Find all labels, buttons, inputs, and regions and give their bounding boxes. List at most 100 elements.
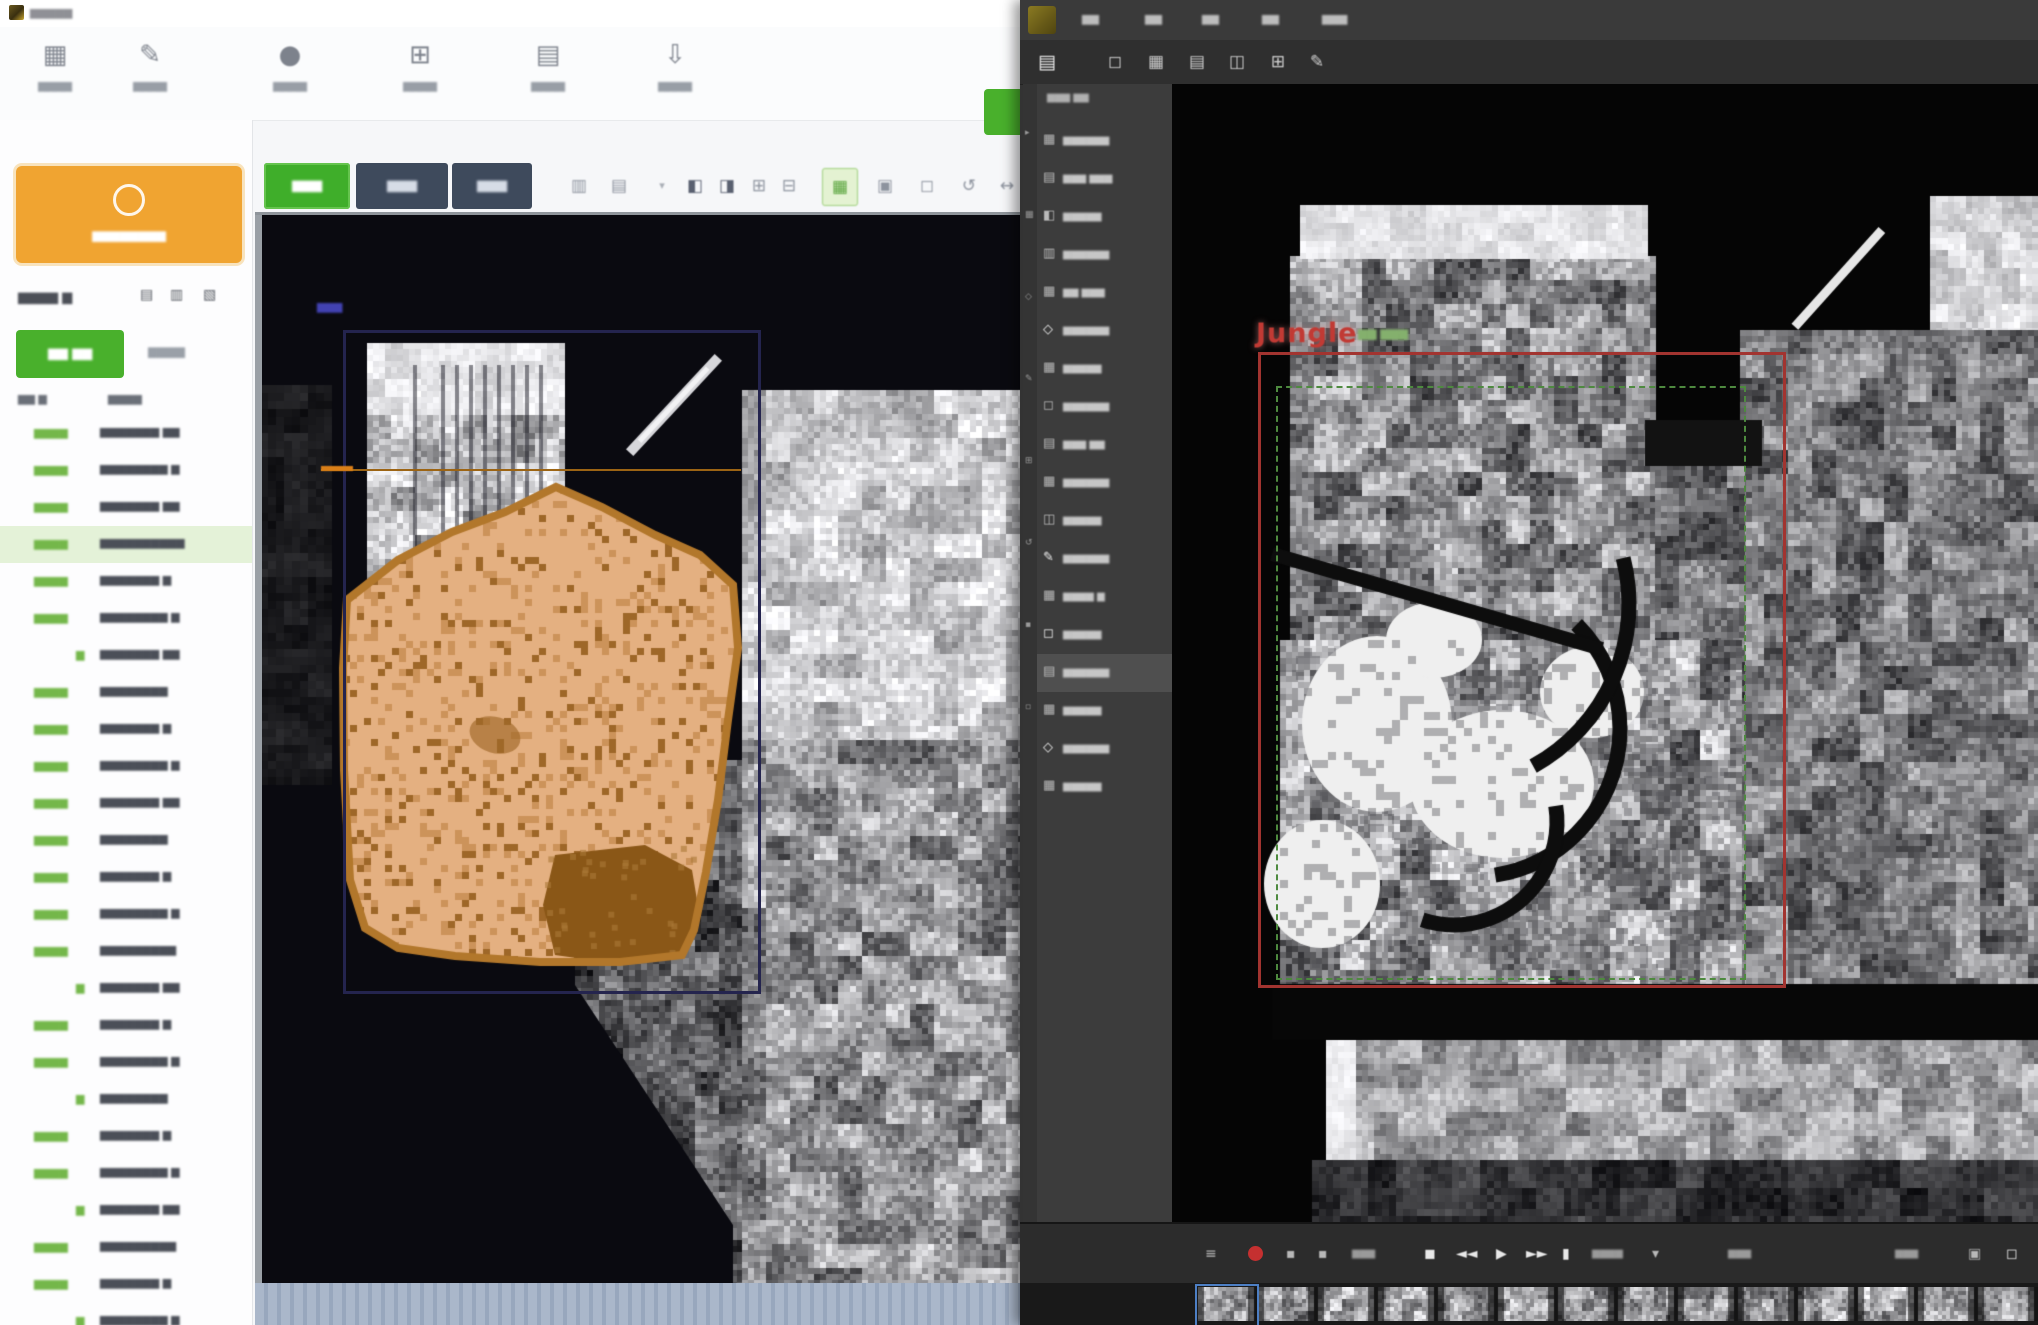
edit-icon[interactable]: ✎ [1302,48,1332,76]
grid-view-icon[interactable]: ▤ [140,287,153,303]
bounding-box-green-dashed[interactable] [1276,386,1746,980]
layout-icon[interactable]: ▥ [562,168,596,204]
toolbar-button-1[interactable]: ✎▆▆▆▆ [112,35,188,111]
add-icon[interactable]: ⊞ [1025,456,1033,466]
file-list-item[interactable]: ▆▆▆▆▆▆▆▆ ▆▆ [0,1192,252,1229]
file-list-item[interactable]: ▆▆▆▆▆▆▆▆▆▆▆▆ [0,822,252,859]
object-list-item[interactable]: ◧▆▆▆▆▆ [1037,198,1172,236]
pan-icon[interactable]: ↔ [990,168,1020,204]
fit-view-icon[interactable]: ▣ [868,168,902,204]
file-list-item[interactable]: ▆▆▆▆▆▆▆▆▆▆▆▆ ▆ [0,452,252,489]
object-list-item[interactable]: ▤▆▆▆ ▆▆ [1037,426,1172,464]
contrast-left-icon[interactable]: ◧ [678,168,712,204]
next-frame-icon[interactable]: ►► [1526,1242,1548,1266]
annotation-canvas[interactable]: ▆▆▆ [255,212,1020,1283]
grid-icon[interactable]: ▣ [1968,1242,1981,1266]
file-list-item[interactable]: ▆▆▆▆▆▆▆▆ ▆▆ [0,637,252,674]
mask-toggle-icon[interactable]: ▦ [822,168,858,206]
contrast-right-icon[interactable]: ◨ [710,168,744,204]
file-list-item[interactable]: ▆▆▆▆▆▆▆▆▆▆▆▆ ▆ [0,1044,252,1081]
object-list-item[interactable]: ▦▆▆▆▆▆▆ [1037,122,1172,160]
menu-item-1[interactable]: ▆▆ [1145,12,1162,25]
menu-icon[interactable]: ≡ [1205,1242,1217,1266]
object-list-item[interactable]: ◻▆▆▆▆▆▆ [1037,388,1172,426]
file-list-item[interactable]: ▆▆▆▆▆▆▆▆▆▆▆▆ [0,674,252,711]
undo-icon[interactable]: ↺ [952,168,986,204]
file-list-item[interactable]: ▆▆▆▆▆▆▆▆▆▆▆▆▆ [0,1229,252,1266]
create-button[interactable] [984,89,1020,135]
open-icon[interactable]: ◻ [1100,48,1130,76]
file-list-item[interactable]: ▆▆▆▆▆▆▆▆▆▆▆▆ ▆ [0,896,252,933]
frame-icon[interactable]: ◻ [910,168,944,204]
toolbar-button-3[interactable]: ⊞▆▆▆▆ [382,35,458,111]
undo-icon[interactable]: ↺ [1025,538,1033,548]
marker-icon[interactable]: ▪ [1318,1242,1328,1266]
grid-icon[interactable]: ▤ [602,168,636,204]
filter-all-button[interactable]: ▆▆ ▆▆ [16,330,124,378]
bounding-box-navy[interactable] [343,330,761,994]
toolbar-button-5[interactable]: ⇩▆▆▆▆ [637,35,713,111]
prev-frame-icon[interactable]: ◄◄ [1456,1242,1478,1266]
object-list-item[interactable]: ◇▆▆▆▆▆▆ [1037,730,1172,768]
object-list-item[interactable]: ▦▆▆▆▆▆ [1037,768,1172,806]
batch-manage-link[interactable]: ▆▆▆▆ [148,344,185,358]
menu-item-3[interactable]: ▆▆ [1262,12,1279,25]
play-icon[interactable]: ▶ [1496,1242,1507,1266]
object-list-item[interactable]: ▦▆▆▆▆▆▆ [1037,464,1172,502]
save-icon[interactable]: ▦ [1141,48,1171,76]
video-canvas[interactable]: Jungle ▆▆ ▆▆▆ [1172,84,2038,1222]
list-view-icon[interactable]: ▥ [170,287,183,303]
toolbar-button-0[interactable]: ▦▆▆▆▆ [17,35,93,111]
menu-item-4[interactable]: ▆▆▆ [1322,12,1347,25]
frame-strip[interactable] [255,1283,1020,1325]
object-list-item[interactable]: ◫▆▆▆▆▆ [1037,502,1172,540]
next-image-button[interactable]: ▆▆▆ [452,163,532,209]
object-list-item[interactable]: ◻▆▆▆▆▆ [1037,616,1172,654]
file-list-item[interactable]: ▆▆▆▆▆▆▆▆▆▆▆ ▆▆ [0,489,252,526]
ai-assist-button[interactable]: ▆▆▆▆▆▆▆▆ [16,166,242,263]
record-icon[interactable] [1248,1246,1263,1261]
file-list-item[interactable]: ▆▆▆▆▆▆▆▆ ▆▆ [0,970,252,1007]
object-list-item[interactable]: ◇▆▆▆▆▆▆ [1037,312,1172,350]
object-list-item[interactable]: ▦▆▆ ▆▆▆ [1037,274,1172,312]
edit-icon[interactable]: ✎ [1025,374,1033,384]
dropdown-icon[interactable]: ▾ [645,168,679,204]
measurement-line[interactable] [321,469,741,471]
new-file-icon[interactable]: ▤ [1032,48,1062,76]
prev-image-button[interactable]: ▆▆▆ [356,163,448,209]
filter-icon[interactable]: ▧ [203,287,216,303]
file-list-item[interactable]: ▆▆▆▆▆▆▆▆▆▆▆ ▆▆ [0,415,252,452]
file-list-item[interactable]: ▆▆▆▆▆▆▆▆▆▆▆ ▆ [0,563,252,600]
object-list-item[interactable]: ▥▆▆▆▆▆▆ [1037,236,1172,274]
add-box-icon[interactable]: ⊞ [1263,48,1293,76]
object-list-item[interactable]: ✎▆▆▆▆▆▆ [1037,540,1172,578]
fullscreen-icon[interactable]: ◻ [2006,1242,2018,1266]
layers-icon[interactable]: ▦ [1025,210,1034,220]
expand-icon[interactable]: ▸ [1025,128,1030,138]
filmstrip-thumbnails[interactable] [1198,1287,2038,1321]
file-list-item[interactable]: ▆▆▆▆▆▆▆▆▆▆▆▆ ▆ [0,748,252,785]
toolbar-button-2[interactable]: ●▆▆▆▆ [252,35,328,111]
menu-item-0[interactable]: ▆▆ [1082,12,1099,25]
range-label[interactable]: ▆▆▆ [1728,1242,1751,1266]
file-list-item[interactable]: ▆▆▆▆▆▆▆▆▆▆▆ ▆ [0,711,252,748]
file-list-item[interactable]: ▆▆▆▆▆▆▆▆▆ [0,1081,252,1118]
file-list-item[interactable]: ▆▆▆▆▆▆▆▆▆▆▆ ▆ [0,1266,252,1303]
file-list-item[interactable]: ▆▆▆▆▆▆▆▆▆▆▆ ▆ [0,1007,252,1044]
file-list-item[interactable]: ▆▆▆▆▆▆▆▆▆▆▆▆ ▆ [0,600,252,637]
object-list-item[interactable]: ▦▆▆▆▆▆ [1037,350,1172,388]
selected-thumbnail[interactable] [1195,1284,1259,1325]
marker-icon[interactable]: ▪ [1286,1242,1296,1266]
dot-icon[interactable]: ▫ [1025,702,1031,712]
copy-icon[interactable]: ▤ [1182,48,1212,76]
split-view-icon[interactable]: ◫ [1222,48,1252,76]
file-list-item[interactable]: ▆▆▆▆▆▆▆▆▆▆▆ ▆ [0,859,252,896]
shape-icon[interactable]: ◇ [1025,292,1032,302]
object-list-item[interactable]: ▦▆▆▆▆▆ [1037,692,1172,730]
menu-item-2[interactable]: ▆▆ [1202,12,1219,25]
toolbar-button-4[interactable]: ▤▆▆▆▆ [510,35,586,111]
file-list-item[interactable]: ▆▆▆▆▆▆▆▆▆▆▆▆ ▆ [0,1155,252,1192]
file-list-item[interactable]: ▆▆▆▆▆▆▆▆▆▆▆ ▆ [0,1118,252,1155]
file-list-item[interactable]: ▆▆▆▆▆▆▆▆▆▆▆▆▆▆ [0,526,252,563]
stop-icon[interactable]: ◼ [1424,1242,1436,1266]
